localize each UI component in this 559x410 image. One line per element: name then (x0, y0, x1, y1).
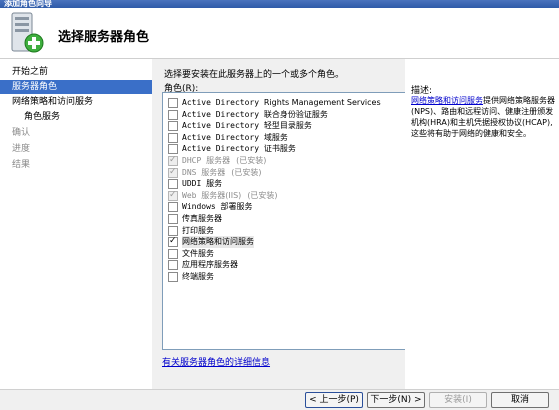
role-label-prefix: DNS (182, 167, 202, 177)
page-title: 选择服务器角色 (58, 30, 150, 45)
role-checkbox[interactable] (168, 202, 178, 213)
step-label: 开始之前 (12, 67, 49, 77)
role-label-name: 终端服务 (182, 272, 214, 281)
more-info-link[interactable]: 有关服务器角色的详细信息 (162, 355, 270, 368)
role-label: DNS 服务器 (已安装) (182, 167, 262, 179)
role-checkbox[interactable] (168, 98, 178, 108)
role-label: 打印服务 (182, 225, 214, 237)
role-label-name: 联合身份验证服务 (263, 109, 328, 119)
role-label: 网络策略和访问服务 (182, 236, 254, 249)
role-checkbox[interactable] (168, 225, 178, 236)
role-checkbox[interactable] (168, 260, 178, 271)
role-label-name: Rights Management Services (263, 98, 381, 107)
role-label-name: 打印服务 (182, 225, 214, 235)
role-label: Active Directory 证书服务 (182, 143, 296, 155)
roles-list[interactable]: Active Directory Rights Management Servi… (162, 92, 406, 350)
role-label-prefix: DHCP (182, 156, 207, 165)
role-checkbox[interactable] (168, 144, 178, 155)
role-label: DHCP 服务器 (已安装) (182, 155, 266, 167)
step-label: 角色服务 (24, 112, 61, 122)
step-label: 进度 (12, 144, 31, 154)
role-label: Active Directory 轻型目录服务 (182, 120, 312, 132)
description-pane: 描述: 网络策略和访问服务提供网络策略服务器(NPS)、路由和远程访问、健康注册… (405, 59, 559, 389)
role-label-name: 证书服务 (263, 144, 296, 154)
cancel-button[interactable]: 取消 (491, 392, 549, 408)
step-results: 结果 (0, 158, 152, 172)
button-bar: < 上一步(P) 下一步(N) > 安装(I) 取消 (0, 389, 559, 410)
role-checkbox[interactable] (168, 121, 178, 132)
step-server-roles[interactable]: 服务器角色 (0, 80, 152, 94)
step-navigation: 开始之前 服务器角色 网络策略和访问服务 角色服务 确认 进度 结果 (0, 59, 152, 389)
step-label: 结果 (12, 160, 31, 170)
role-checkbox[interactable] (168, 248, 178, 259)
role-label-prefix: Active Directory (182, 144, 264, 154)
role-status: (已安装) (231, 167, 262, 177)
role-label: UDDI 服务 (182, 178, 222, 190)
role-status: (已安装) (236, 156, 267, 165)
step-confirmation: 确认 (0, 126, 152, 140)
step-label: 确认 (12, 128, 31, 138)
window-titlebar: 添加角色向导 (0, 0, 559, 8)
role-label: Active Directory 联合身份验证服务 (182, 109, 328, 121)
role-label-prefix: Active Directory (182, 132, 264, 142)
window-title: 添加角色向导 (4, 0, 52, 8)
back-button[interactable]: < 上一步(P) (305, 392, 363, 408)
role-label-name: 域服务 (263, 132, 288, 142)
instruction-text: 选择要安装在此服务器上的一个或多个角色。 (164, 70, 345, 80)
role-checkbox[interactable] (168, 132, 178, 143)
role-label-prefix: Windows (182, 202, 221, 212)
role-label-name: 服务 (206, 179, 223, 189)
role-label-prefix: Active Directory (182, 121, 264, 131)
role-label-name: 部署服务 (220, 202, 253, 212)
role-checkbox[interactable] (168, 109, 178, 120)
role-checkbox[interactable] (168, 272, 178, 282)
role-checkbox[interactable] (168, 179, 178, 190)
role-label: 传真服务器 (182, 213, 222, 225)
role-label: 应用程序服务器 (182, 259, 238, 271)
step-role-services[interactable]: 角色服务 (0, 110, 152, 124)
role-label-name: 服务器(IIS) (201, 190, 242, 200)
role-label: Active Directory 域服务 (182, 132, 288, 144)
role-label: 终端服务 (182, 271, 214, 283)
role-label-name: 网络策略和访问服务 (182, 237, 254, 247)
step-progress: 进度 (0, 142, 152, 156)
role-label: Web 服务器(IIS) (已安装) (182, 190, 278, 202)
step-label: 网络策略和访问服务 (12, 97, 94, 107)
description-link[interactable]: 网络策略和访问服务 (411, 96, 483, 105)
role-checkbox[interactable] (168, 235, 178, 248)
role-checkbox[interactable] (168, 214, 178, 224)
role-label-name: 轻型目录服务 (263, 121, 312, 131)
role-label: 文件服务 (182, 248, 214, 260)
role-label-name: 服务器 (206, 156, 231, 165)
role-label-prefix: Active Directory (182, 109, 264, 119)
wizard-header: 选择服务器角色 (0, 8, 559, 59)
step-network-policy[interactable]: 网络策略和访问服务 (0, 95, 152, 109)
role-checkbox (168, 189, 178, 201)
next-button[interactable]: 下一步(N) > (367, 392, 425, 408)
role-label-name: 文件服务 (182, 248, 214, 258)
role-label: Active Directory Rights Management Servi… (182, 97, 381, 109)
role-label-name: 传真服务器 (182, 214, 222, 223)
server-add-icon (11, 12, 44, 53)
step-label: 服务器角色 (12, 82, 58, 92)
role-status: (已安装) (247, 190, 278, 200)
description-body: 网络策略和访问服务提供网络策略服务器(NPS)、路由和远程访问、健康注册颁发机构… (411, 95, 557, 139)
install-button: 安装(I) (429, 392, 487, 408)
role-label-prefix: Web (182, 190, 202, 200)
role-label-prefix: Active Directory (182, 98, 264, 107)
role-checkbox (168, 166, 178, 178)
role-label-name: 应用程序服务器 (182, 260, 238, 270)
role-checkbox (168, 154, 178, 166)
main-content: 选择要安装在此服务器上的一个或多个角色。 角色(R): Active Direc… (152, 59, 406, 389)
step-before-you-begin[interactable]: 开始之前 (0, 65, 152, 79)
role-label: Windows 部署服务 (182, 201, 253, 213)
role-label-prefix: UDDI (182, 179, 207, 189)
role-label-name: 服务器 (201, 167, 226, 177)
